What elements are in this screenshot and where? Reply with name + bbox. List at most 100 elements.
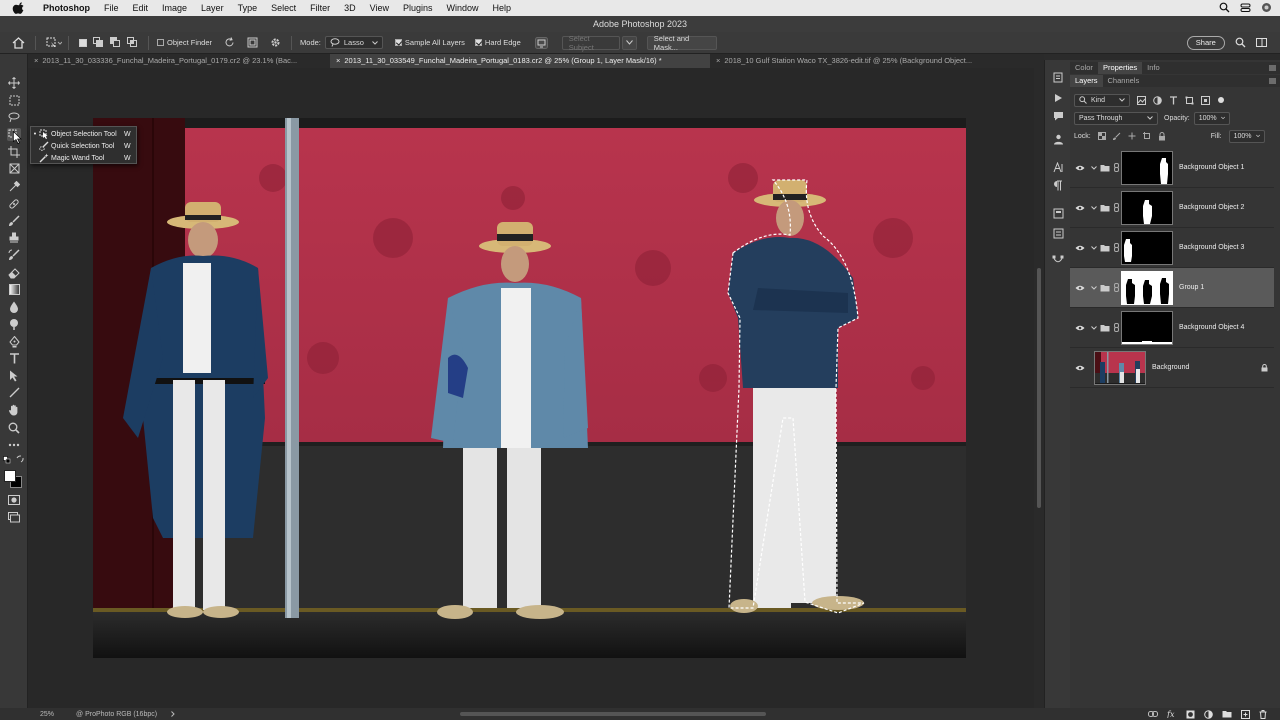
tab-layers[interactable]: Layers [1070, 75, 1103, 87]
menu-plugins[interactable]: Plugins [396, 3, 440, 13]
menu-help[interactable]: Help [486, 3, 519, 13]
select-subject-button[interactable]: Select Subject [561, 34, 620, 52]
panel-menu-icon[interactable] [1269, 78, 1276, 84]
workspace-icon[interactable] [1255, 37, 1267, 48]
edit-toolbar-button[interactable] [7, 438, 21, 451]
filter-type-icon[interactable] [1169, 95, 1178, 105]
chevron-right-icon[interactable] [171, 711, 175, 717]
move-tool[interactable] [7, 76, 21, 89]
tab-info[interactable]: Info [1142, 62, 1165, 74]
filter-adjustment-icon[interactable] [1153, 95, 1162, 105]
close-tab-icon[interactable]: × [336, 56, 340, 65]
menu-image[interactable]: Image [155, 3, 194, 13]
layer-visibility-toggle[interactable] [1072, 245, 1088, 251]
chevron-down-icon[interactable] [1091, 205, 1097, 210]
settings-gear-icon[interactable] [270, 37, 281, 48]
document-canvas[interactable] [28, 68, 1034, 708]
layer-background-object-2[interactable]: Background Object 2 [1070, 188, 1274, 228]
spotlight-search-icon[interactable] [1219, 2, 1230, 13]
layer-group-1[interactable]: Group 1 [1070, 268, 1274, 308]
layer-name[interactable]: Background Object 3 [1179, 244, 1244, 251]
character-panel-button[interactable] [1052, 162, 1064, 173]
menu-3d[interactable]: 3D [337, 3, 363, 13]
new-group-icon[interactable] [1222, 710, 1232, 718]
menu-file[interactable]: File [97, 3, 126, 13]
layer-name[interactable]: Background Object 2 [1179, 204, 1244, 211]
fill-field[interactable]: 100% [1228, 129, 1265, 143]
home-icon[interactable] [12, 36, 25, 49]
chain-link-icon[interactable] [1114, 243, 1119, 252]
type-tool[interactable] [7, 352, 21, 365]
show-all-objects-icon[interactable] [247, 37, 258, 48]
blend-mode-dropdown[interactable]: Pass Through [1074, 111, 1158, 125]
blur-tool[interactable] [7, 300, 21, 313]
lock-transparent-pixels-icon[interactable] [1097, 132, 1106, 140]
search-icon[interactable] [1235, 37, 1246, 48]
layer-filter-kind-dropdown[interactable]: Kind [1074, 93, 1130, 107]
apple-icon[interactable] [12, 2, 26, 14]
layer-mask-thumbnail[interactable] [1121, 230, 1173, 265]
chevron-down-icon[interactable] [1091, 325, 1097, 330]
path-selection-tool[interactable] [7, 369, 21, 382]
layer-name[interactable]: Background Object 1 [1179, 164, 1244, 171]
flyout-magic-wand-tool[interactable]: Magic Wand Tool W [31, 152, 136, 164]
layer-mask-thumbnail[interactable] [1121, 270, 1173, 305]
intersect-selection-button[interactable] [127, 36, 138, 50]
line-tool[interactable] [7, 386, 21, 399]
filter-shape-icon[interactable] [1185, 96, 1194, 105]
tab-document-gulf-station[interactable]: × 2018_10 Gulf Station Waco TX_3826-edit.… [710, 54, 1030, 68]
object-selection-tool-preset-icon[interactable] [46, 37, 62, 49]
horizontal-scrollbar[interactable] [460, 712, 766, 716]
tab-color[interactable]: Color [1070, 62, 1098, 74]
new-selection-button[interactable] [79, 36, 87, 50]
layer-visibility-toggle[interactable] [1072, 205, 1088, 211]
chain-link-icon[interactable] [1114, 323, 1119, 332]
subtract-from-selection-button[interactable] [110, 36, 121, 50]
hard-edge-checkbox[interactable] [474, 39, 482, 46]
share-button[interactable]: Share [1186, 35, 1225, 50]
select-subject-menu-button[interactable] [621, 35, 637, 50]
mode-dropdown[interactable]: Lasso [324, 36, 383, 49]
add-layer-mask-icon[interactable] [1186, 710, 1195, 719]
layer-name[interactable]: Background [1152, 364, 1189, 371]
dodge-tool[interactable] [7, 317, 21, 330]
vertical-scrollbar[interactable] [1034, 68, 1044, 708]
filter-toggle-icon[interactable] [1217, 96, 1225, 104]
chain-link-icon[interactable] [1114, 203, 1119, 212]
layer-visibility-toggle[interactable] [1072, 325, 1088, 331]
flyout-object-selection-tool[interactable]: • Object Selection Tool W [31, 128, 136, 140]
adjustments-panel-button[interactable] [1052, 228, 1064, 239]
object-finder-checkbox[interactable] [157, 39, 164, 46]
history-panel-button[interactable] [1052, 72, 1064, 83]
layer-style-fx-icon[interactable]: fx [1167, 710, 1177, 718]
refresh-icon[interactable] [224, 37, 235, 48]
quick-mask-button[interactable] [7, 493, 21, 506]
chevron-down-icon[interactable] [1091, 245, 1097, 250]
gradient-tool[interactable] [7, 283, 21, 296]
eyedropper-tool[interactable] [7, 180, 21, 193]
flyout-quick-selection-tool[interactable]: Quick Selection Tool W [31, 140, 136, 152]
zoom-tool[interactable] [7, 421, 21, 434]
layer-mask-thumbnail[interactable] [1121, 150, 1173, 185]
libraries-panel-button[interactable] [1052, 208, 1064, 219]
link-layers-icon[interactable] [1148, 711, 1158, 717]
layer-visibility-toggle[interactable] [1072, 285, 1088, 291]
chevron-down-icon[interactable] [1091, 165, 1097, 170]
chevron-down-icon[interactable] [1091, 285, 1097, 290]
tab-properties[interactable]: Properties [1097, 62, 1143, 74]
layer-visibility-toggle[interactable] [1072, 365, 1088, 371]
layer-background[interactable]: Background [1070, 348, 1274, 388]
healing-brush-tool[interactable] [7, 197, 21, 210]
menu-edit[interactable]: Edit [126, 3, 156, 13]
layer-background-object-4[interactable]: Background Object 4 [1070, 308, 1274, 348]
lock-image-pixels-icon[interactable] [1112, 132, 1121, 140]
hand-tool[interactable] [7, 403, 21, 416]
menu-window[interactable]: Window [440, 3, 486, 13]
layer-name[interactable]: Background Object 4 [1179, 324, 1244, 331]
new-layer-icon[interactable] [1241, 709, 1250, 719]
menu-type[interactable]: Type [231, 3, 265, 13]
frame-tool[interactable] [7, 162, 21, 175]
marquee-tool[interactable] [7, 94, 21, 107]
layer-mask-thumbnail[interactable] [1121, 310, 1173, 345]
zoom-level[interactable]: 25% [40, 711, 54, 718]
